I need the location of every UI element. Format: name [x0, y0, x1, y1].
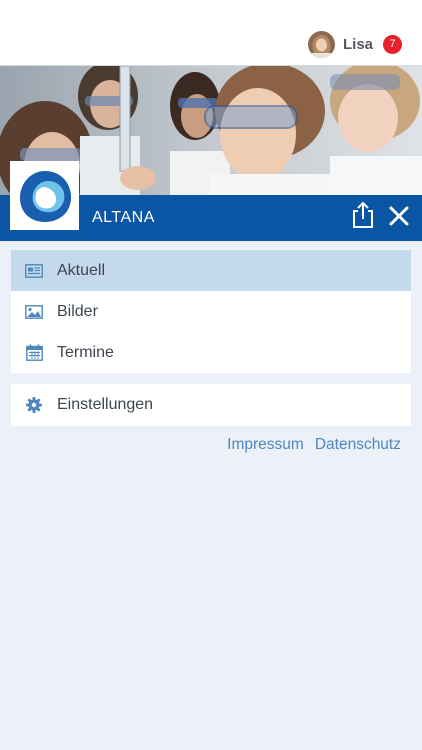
menu-item-einstellungen[interactable]: Einstellungen: [11, 384, 411, 426]
menu-item-termine[interactable]: Termine: [11, 332, 411, 373]
avatar[interactable]: [307, 30, 335, 58]
share-icon: [353, 201, 373, 228]
gear-icon: [25, 396, 43, 414]
navigation-menu: Aktuell Bilder Termine: [11, 250, 411, 373]
newspaper-icon: [25, 262, 43, 280]
image-icon: [25, 303, 43, 321]
menu-label: Bilder: [57, 302, 98, 320]
datenschutz-link[interactable]: Datenschutz: [315, 436, 401, 454]
close-button[interactable]: [387, 204, 411, 228]
menu-label: Termine: [57, 343, 114, 361]
footer-links: Impressum Datenschutz: [227, 436, 401, 454]
menu-label: Einstellungen: [57, 396, 154, 413]
top-bar: Lisa 7: [0, 0, 422, 66]
notification-badge[interactable]: 7: [383, 34, 402, 54]
menu-item-bilder[interactable]: Bilder: [11, 291, 411, 332]
user-profile[interactable]: Lisa 7: [307, 30, 402, 58]
menu-label: Aktuell: [57, 261, 106, 279]
altana-logo: [10, 161, 79, 230]
close-icon: [389, 206, 409, 226]
share-button[interactable]: [350, 201, 376, 229]
user-name[interactable]: Lisa: [343, 36, 373, 53]
impressum-link[interactable]: Impressum: [227, 436, 304, 454]
brand-title: ALTANA: [92, 209, 155, 226]
settings-menu: Einstellungen: [11, 384, 411, 426]
menu-item-aktuell[interactable]: Aktuell: [11, 250, 411, 291]
calendar-icon: [25, 344, 43, 362]
